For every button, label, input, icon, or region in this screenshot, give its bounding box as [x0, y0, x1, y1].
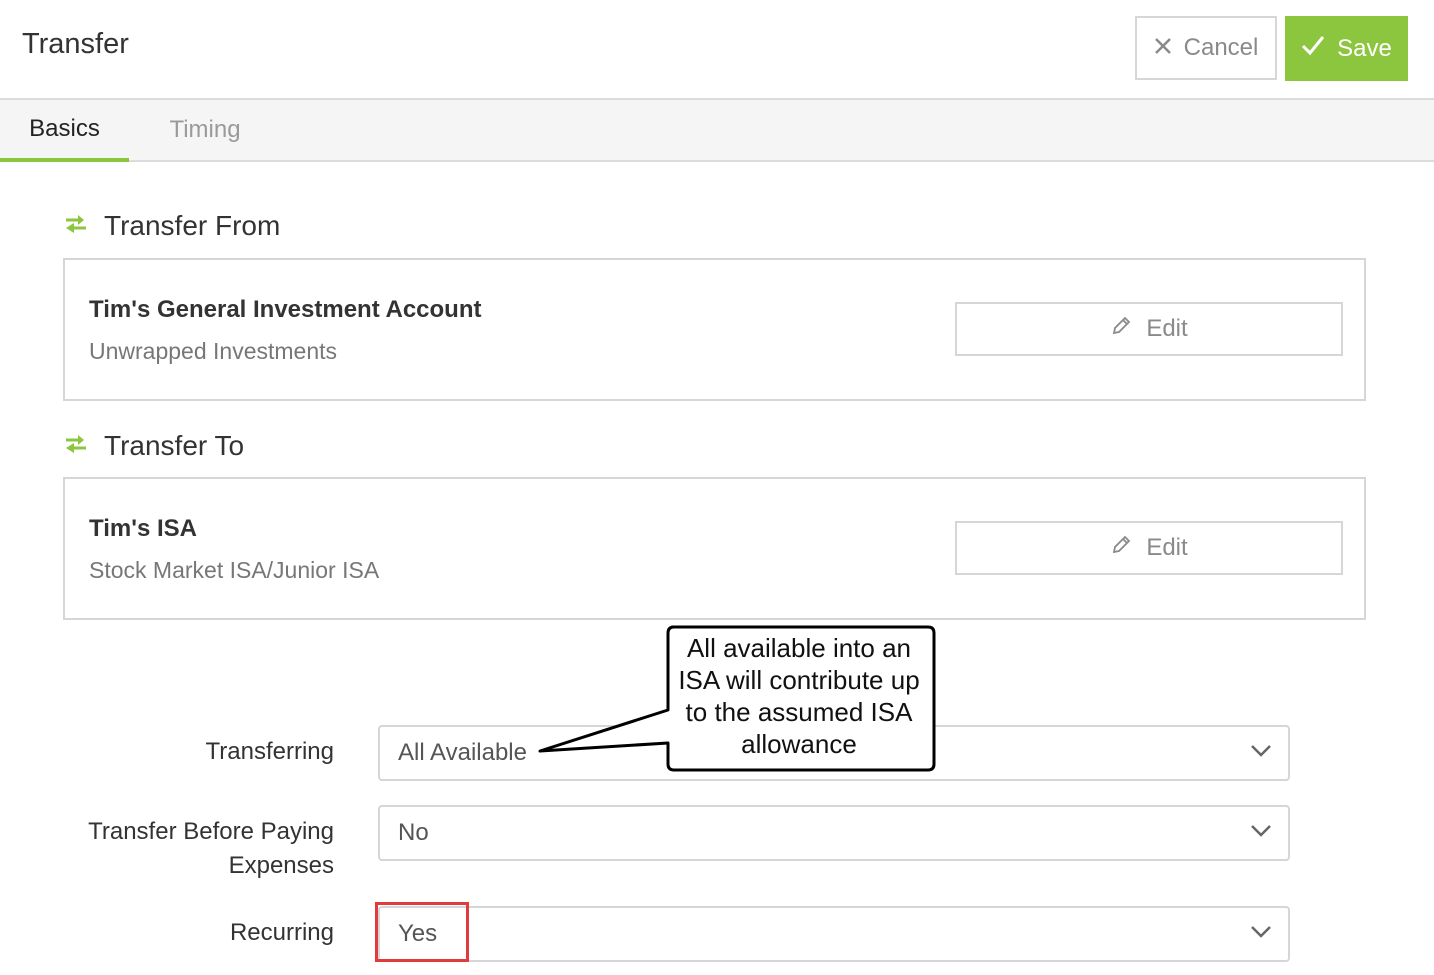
callout-line2: ISA will contribute up	[678, 665, 920, 695]
callout-line3: to the assumed ISA	[685, 697, 913, 727]
callout-text: All available into an ISA will contribut…	[668, 632, 930, 760]
callout-bubble	[538, 625, 936, 772]
callout-line4: allowance	[741, 729, 857, 759]
callout-line1: All available into an	[686, 633, 912, 663]
